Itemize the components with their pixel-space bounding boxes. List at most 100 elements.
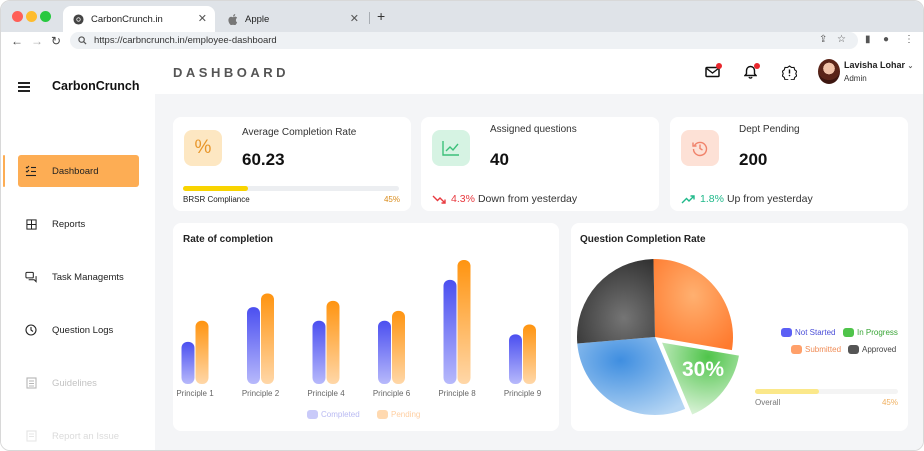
search-icon — [78, 36, 87, 45]
bar-completed-1[interactable] — [181, 341, 195, 384]
trend-up-icon — [681, 194, 695, 203]
sidebar: CarbonCrunch Dashboard Reports Task Mana… — [1, 51, 155, 450]
sidebar-item-question-logs[interactable]: Question Logs — [1, 314, 155, 346]
profile-icon[interactable]: ● — [883, 34, 889, 45]
sidebar-item-task-management[interactable]: Task Managemts — [1, 261, 155, 293]
x-tick-label: Principle 1 — [176, 389, 214, 398]
progress-label: BRSR Compliance — [183, 195, 250, 204]
stat-value: 40 — [490, 150, 509, 169]
document-icon — [25, 377, 37, 389]
sidebar-item-dashboard[interactable]: Dashboard — [1, 155, 155, 187]
x-tick-label: Principle 2 — [242, 389, 280, 398]
bar-pending-5[interactable] — [457, 260, 471, 384]
main-content: DASHBOARD Lavisha Lohar ⌄ Admin % Averag… — [155, 51, 923, 450]
bar-completed-5[interactable] — [443, 279, 457, 384]
hamburger-menu-icon[interactable] — [18, 82, 30, 94]
chart-line-icon — [432, 130, 470, 166]
sidebar-item-report-issue[interactable]: Report an Issue — [1, 420, 155, 450]
maximize-window-button[interactable] — [40, 11, 51, 22]
progress-percent: 45% — [383, 195, 400, 204]
sidebar-item-label: Dashboard — [52, 165, 99, 177]
close-tab-icon[interactable]: ✕ — [198, 12, 207, 25]
bar-pending-6[interactable] — [523, 324, 536, 384]
tab-title: Apple — [245, 13, 270, 25]
progress-bar — [183, 186, 399, 191]
sidebar-item-guidelines[interactable]: Guidelines — [1, 367, 155, 399]
legend-not-started: Not Started — [781, 328, 835, 337]
brand-logo: CarbonCrunch — [52, 79, 140, 93]
stat-card-completion: % Average Completion Rate 60.23 BRSR Com… — [173, 117, 411, 211]
percent-icon: % — [184, 130, 222, 166]
more-menu-icon[interactable]: ⋮ — [904, 34, 914, 45]
tab-carboncrunch[interactable]: CarbonCrunch.in ✕ — [63, 6, 215, 32]
sidebar-item-label: Question Logs — [52, 324, 114, 336]
bar-pending-3[interactable] — [326, 300, 340, 384]
apple-icon — [227, 13, 238, 25]
trend-up: 1.8% Up from yesterday — [681, 193, 813, 205]
browser-toolbar: ← → ↻ https://carbncrunch.in/employee-da… — [1, 32, 923, 50]
bell-icon[interactable] — [742, 63, 760, 80]
progress-fill — [755, 389, 820, 394]
bar-completed-3[interactable] — [312, 320, 326, 384]
user-role: Admin — [844, 74, 867, 83]
bar-completed-2[interactable] — [247, 307, 260, 384]
alert-icon[interactable] — [781, 64, 797, 80]
avatar[interactable] — [818, 59, 840, 84]
sidebar-item-reports[interactable]: Reports — [1, 208, 155, 240]
sidebar-item-label: Report an Issue — [52, 430, 120, 442]
address-bar[interactable]: https://carbncrunch.in/employee-dashboar… — [70, 32, 858, 49]
reload-icon[interactable]: ↻ — [51, 34, 61, 48]
minimize-window-button[interactable] — [26, 11, 37, 22]
share-icon[interactable]: ⇪ — [819, 34, 827, 45]
tab-apple[interactable]: Apple ✕ — [217, 6, 367, 32]
trend-down-icon — [432, 195, 446, 204]
mail-icon[interactable] — [704, 63, 722, 80]
pie-slice-submitted[interactable] — [653, 259, 733, 351]
notification-dot — [716, 63, 722, 69]
pie-chart — [577, 259, 739, 415]
grid-icon — [25, 218, 37, 230]
sidebar-item-label: Reports — [52, 218, 86, 230]
pie-center-label: 30% — [682, 358, 725, 381]
back-arrow-icon[interactable]: ← — [11, 34, 23, 48]
x-tick-label: Principle 9 — [504, 389, 542, 398]
stat-title: Assigned questions — [490, 124, 577, 135]
chevron-down-icon: ⌄ — [907, 63, 914, 70]
forward-arrow-icon[interactable]: → — [31, 34, 43, 48]
bar-pending-2[interactable] — [261, 293, 274, 384]
bookmark-star-icon[interactable]: ☆ — [837, 34, 846, 45]
bar-completed-6[interactable] — [509, 334, 522, 384]
tab-title: CarbonCrunch.in — [91, 13, 163, 25]
bar-chart-card: Rate of completion Principle 1 Principle … — [173, 223, 559, 431]
chat-icon — [25, 271, 37, 283]
stat-title: Average Completion Rate — [242, 127, 357, 138]
trend-down: 4.3% Down from yesterday — [432, 193, 577, 205]
notification-dot — [754, 63, 760, 69]
close-window-button[interactable] — [12, 11, 23, 22]
history-icon — [681, 130, 719, 166]
x-tick-label: Principle 4 — [307, 389, 345, 398]
legend-approved: Approved — [848, 345, 896, 354]
chrome-icon — [73, 13, 84, 25]
overall-percent: 45% — [881, 398, 898, 407]
bar-completed-4[interactable] — [378, 320, 391, 384]
top-header: DASHBOARD Lavisha Lohar ⌄ Admin — [155, 51, 923, 94]
x-tick-label: Principle 8 — [438, 389, 476, 398]
tab-separator — [369, 12, 370, 24]
user-name[interactable]: Lavisha Lohar ⌄ — [844, 60, 913, 70]
stat-title: Dept Pending — [739, 124, 800, 135]
legend-completed: Completed — [307, 410, 360, 419]
bar-pending-4[interactable] — [392, 310, 405, 384]
tab-bar: CarbonCrunch.in ✕ Apple ✕ + — [1, 1, 923, 32]
overall-label: Overall — [755, 398, 781, 407]
overall-progress-bar — [755, 389, 898, 394]
pie-slice-approved[interactable] — [577, 259, 655, 344]
new-tab-icon[interactable]: + — [377, 8, 385, 24]
active-indicator — [3, 155, 5, 187]
sidebar-item-label: Guidelines — [52, 377, 97, 389]
sidebar-toggle-icon[interactable]: ▮ — [865, 34, 871, 45]
stat-card-dept-pending: Dept Pending 200 1.8% Up from yesterday — [670, 117, 908, 211]
bar-pending-1[interactable] — [195, 320, 209, 384]
stat-card-assigned: Assigned questions 40 4.3% Down from yes… — [421, 117, 659, 211]
close-tab-icon[interactable]: ✕ — [350, 12, 359, 25]
